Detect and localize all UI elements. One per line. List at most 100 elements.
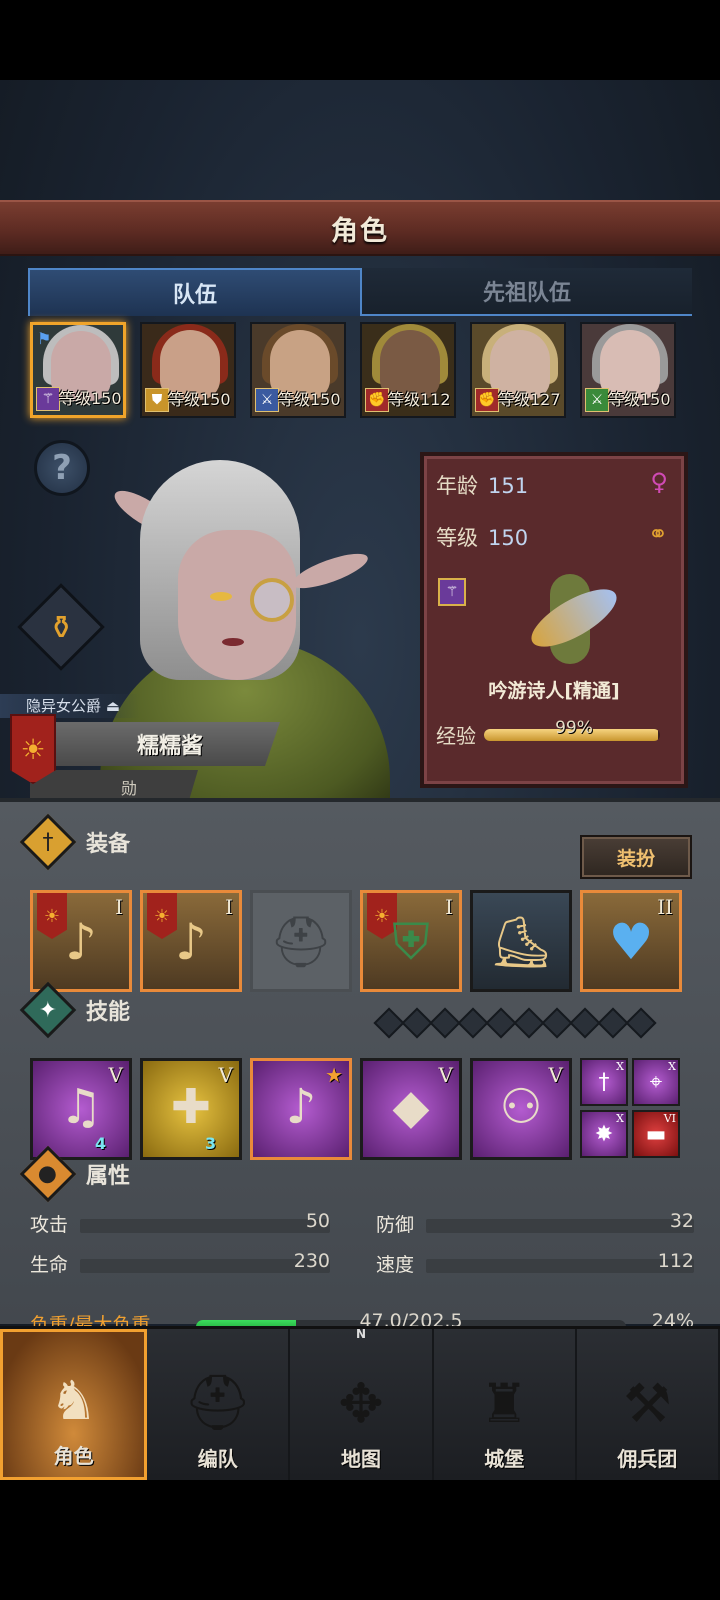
stat-value: 50: [305, 1210, 330, 1232]
skill-slot[interactable]: ✚ V 3: [140, 1058, 242, 1160]
equipment-slot[interactable]: ⛸: [470, 890, 572, 992]
crystal-figure-icon: ◆: [392, 1079, 430, 1135]
equipment-slots: ☀ ♪ I ☀ ♪ I ⛑ ☀ ⛨ I ⛸ ♥ II: [30, 890, 694, 992]
group-icon: ⚇: [499, 1079, 543, 1135]
amulet-icon: ♥: [608, 913, 654, 971]
stat-value: 32: [669, 1210, 694, 1232]
skill-slot[interactable]: ♪ ★: [250, 1058, 352, 1160]
stat-label: 生命: [30, 1254, 69, 1276]
level-label: 等级: [436, 526, 478, 550]
nav-item-helmet[interactable]: ⛑ 编队: [147, 1329, 291, 1480]
skill-slot[interactable]: ◆ V: [360, 1058, 462, 1160]
equipment-slot[interactable]: ♥ II: [580, 890, 682, 992]
class-name: 吟游诗人[精通]: [488, 680, 620, 702]
equipment-slot[interactable]: ☀ ♪ I: [30, 890, 132, 992]
equipment-header: † 装备: [19, 813, 131, 871]
hero-eye: [210, 592, 232, 601]
empty-gem-slot: [513, 1007, 545, 1039]
rings-icon[interactable]: ⚭: [648, 520, 668, 548]
nav-item-castle[interactable]: ♜ 城堡: [434, 1329, 577, 1480]
party-member-portrait[interactable]: ⚔ 等级150: [580, 322, 676, 418]
exp-row: 经验 99%: [436, 718, 676, 749]
boots-icon: ⛸: [489, 913, 553, 971]
party-member-portrait[interactable]: ⛊ 等级150: [140, 322, 236, 418]
skills-title: 技能: [86, 1000, 131, 1025]
stat-label: 攻击: [30, 1214, 69, 1236]
tab-party[interactable]: 队伍: [28, 268, 362, 316]
equipment-title: 装备: [86, 832, 131, 857]
portrait-level: 等级150: [168, 390, 231, 409]
stat-attack: 攻击 50: [30, 1210, 330, 1240]
title-banner: 角色: [0, 200, 720, 256]
fist-icon: ✊: [365, 388, 389, 412]
level-row: 等级 150: [436, 522, 528, 552]
leader-flag-icon: ⚑: [37, 329, 52, 348]
age-row: 年龄 151: [436, 470, 528, 500]
nav-item-mercenary[interactable]: ⚒ 佣兵团: [577, 1329, 720, 1480]
skill-tier: V: [438, 1063, 453, 1087]
portrait-level: 等级150: [59, 389, 122, 408]
exp-label: 经验: [436, 724, 476, 748]
page-title: 角色: [331, 215, 389, 247]
portrait-level: 等级150: [278, 390, 341, 409]
dagger-icon: †: [598, 1069, 610, 1095]
empty-gem-slot: [373, 1007, 405, 1039]
nav-item-compass[interactable]: N ✥ 地图: [290, 1327, 434, 1480]
attributes-header: ● 属性: [19, 1145, 131, 1203]
stat-label: 速度: [376, 1254, 415, 1276]
equipment-tier: I: [225, 895, 233, 919]
nav-label: 编队: [197, 1447, 238, 1471]
tab-ancestor-party[interactable]: 先祖队伍: [362, 268, 692, 316]
shield-icon: ⛊: [145, 388, 169, 412]
star-emblem-icon: ✦: [19, 981, 77, 1039]
skill-slot[interactable]: ♫ V 4: [30, 1058, 132, 1160]
empty-gem-slot: [457, 1007, 489, 1039]
dress-up-button[interactable]: 装扮: [580, 835, 692, 879]
nav-item-knight[interactable]: ♞ 角色: [0, 1329, 148, 1480]
skills-header: ✦ 技能: [19, 981, 131, 1039]
rank-icon: ⏏: [105, 697, 120, 715]
skill-tier: ★: [325, 1063, 343, 1087]
bard-figure: [520, 564, 630, 674]
crystal-note-icon: ♪: [285, 1079, 317, 1135]
hero-lips: [222, 638, 244, 646]
party-member-portrait[interactable]: ✊ 等级127: [470, 322, 566, 418]
wand-icon: ⚚: [36, 387, 60, 411]
help-button[interactable]: ?: [34, 440, 90, 496]
hero-name-plate[interactable]: 糯糯酱: [30, 722, 280, 766]
empty-gem-slot: [485, 1007, 517, 1039]
hero-name: 糯糯酱: [136, 734, 203, 759]
equipment-slot[interactable]: ☀ ⛨ I: [360, 890, 462, 992]
knight-icon: ♞: [49, 1369, 98, 1432]
passive-skill-slot[interactable]: † X: [580, 1058, 628, 1106]
attributes-title: 属性: [86, 1164, 131, 1189]
party-member-portrait[interactable]: ✊ 等级112: [360, 322, 456, 418]
stat-defense: 防御 32: [376, 1210, 694, 1240]
portrait-level: 等级127: [498, 390, 561, 409]
stat-speed: 速度 112: [376, 1250, 694, 1280]
skill-tier: X: [616, 1060, 624, 1073]
wand-icon: ⚚: [438, 578, 466, 606]
party-member-portrait[interactable]: ⚔ 等级150: [250, 322, 346, 418]
hero-info-card: 年龄 151 ♀ 等级 150 ⚭ ⚚ 吟游诗人[精通] 经验 99%: [420, 452, 688, 788]
stat-bar: [426, 1219, 694, 1233]
skill-slot[interactable]: ⚇ V: [470, 1058, 572, 1160]
stat-bar: [80, 1259, 330, 1273]
skill-tier: V: [548, 1063, 563, 1087]
skill-tier: VI: [663, 1112, 676, 1125]
exp-percent: 99%: [555, 718, 593, 738]
empty-gem-slot: [429, 1007, 461, 1039]
hero-title-text: 隐异女公爵: [26, 697, 102, 715]
helmet-icon: ⛑: [269, 913, 333, 971]
equipment-slot[interactable]: ☀ ♪ I: [140, 890, 242, 992]
passive-skill-slot[interactable]: ✸ X: [580, 1110, 628, 1158]
passive-skill-slot[interactable]: ⌖ X: [632, 1058, 680, 1106]
skill-tier: X: [668, 1060, 676, 1073]
system-nav-area: [0, 1480, 720, 1600]
passive-skill-slot[interactable]: ▬ VI: [632, 1110, 680, 1158]
status-bar-area: [0, 0, 720, 80]
party-member-portrait[interactable]: ⚚ 等级150 ⚑: [30, 322, 126, 418]
equipment-slot[interactable]: ⛑: [250, 890, 352, 992]
shield-heal-icon: ✚: [170, 1079, 212, 1135]
portrait-level: 等级112: [388, 390, 451, 409]
